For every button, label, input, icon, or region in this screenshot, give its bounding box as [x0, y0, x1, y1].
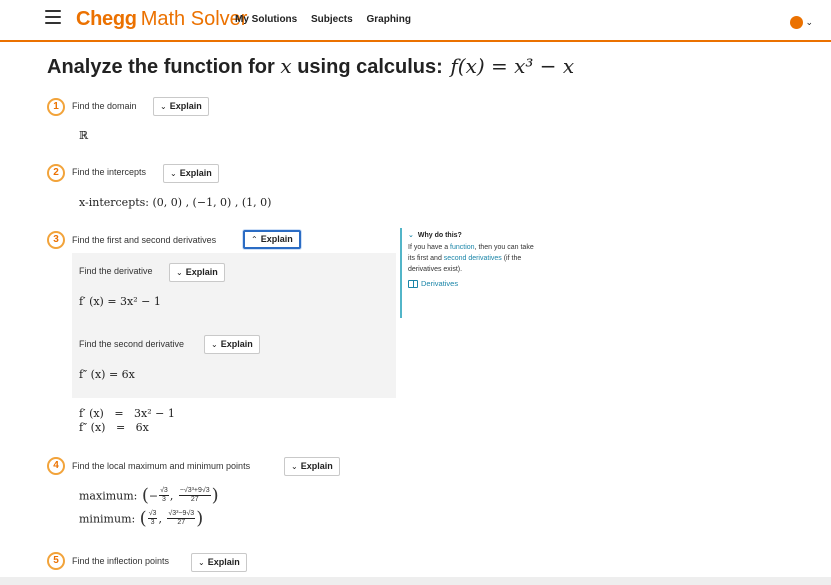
- maximum-point: maximum: (− √3 3, −√3³+9√3 27): [79, 485, 219, 506]
- explain-label: Explain: [169, 101, 202, 111]
- step-label: Find the domain: [72, 101, 137, 111]
- second-derivatives-link[interactable]: second derivatives: [444, 255, 502, 262]
- chevron-down-icon: ⌄: [176, 268, 183, 277]
- top-navigation-bar: Chegg Math Solver My Solutions Subjects G…: [0, 0, 831, 42]
- why-text: If you have a function, then you can tak…: [408, 244, 534, 273]
- hamburger-menu-icon[interactable]: [45, 10, 61, 24]
- explain-label: Explain: [300, 461, 333, 471]
- step-label: Find the inflection points: [72, 556, 170, 566]
- explain-button[interactable]: ⌄ Explain: [169, 263, 225, 282]
- substep-result: f″ (x) = 6x: [79, 368, 135, 381]
- step-number: 1: [47, 98, 65, 116]
- explain-button[interactable]: ⌄ Explain: [204, 335, 260, 354]
- explain-button-expanded[interactable]: ⌃ Explain: [243, 230, 301, 249]
- derivatives-link[interactable]: Derivatives: [408, 279, 540, 289]
- explain-button[interactable]: ⌄ Explain: [153, 97, 209, 116]
- explain-button[interactable]: ⌄ Explain: [191, 553, 247, 572]
- minimum-point: minimum: (√3 3, √3³−9√3 27): [79, 508, 204, 529]
- substep-label: Find the derivative: [79, 266, 153, 276]
- title-function: f(x) = x³ − x: [450, 54, 575, 78]
- derivative-summary-line: f′ (x) = 3x² − 1: [79, 407, 175, 420]
- account-menu[interactable]: ⌄: [790, 14, 813, 32]
- why-do-this-panel: ⌄ Why do this? If you have a function, th…: [400, 228, 540, 318]
- why-title[interactable]: ⌄ Why do this?: [408, 231, 540, 239]
- bottom-scroll-edge: [0, 577, 831, 585]
- substep-label: Find the second derivative: [79, 339, 185, 349]
- brand-chegg-text: Chegg: [76, 8, 137, 30]
- step-result: x-intercepts: (0, 0) , (−1, 0) , (1, 0): [79, 196, 272, 209]
- brand-math-solver-text: Math Solver: [140, 8, 248, 30]
- avatar: [790, 16, 804, 30]
- explain-label: Explain: [260, 234, 293, 244]
- step-number: 5: [47, 552, 65, 570]
- step-label: Find the first and second derivatives: [72, 235, 217, 245]
- chevron-down-icon: ⌄: [160, 102, 167, 111]
- derivative-summary-line: f″ (x) = 6x: [79, 421, 149, 434]
- function-link[interactable]: function: [450, 244, 475, 251]
- chevron-down-icon: ⌄: [211, 340, 218, 349]
- book-icon: [408, 280, 418, 289]
- explain-button[interactable]: ⌄ Explain: [284, 457, 340, 476]
- nav-graphing[interactable]: Graphing: [366, 14, 410, 25]
- chevron-down-icon: ⌄: [805, 17, 813, 28]
- brand-logo[interactable]: Chegg Math Solver: [76, 7, 247, 31]
- chevron-up-icon: ⌃: [251, 235, 258, 244]
- title-mid: using calculus:: [297, 56, 443, 78]
- explain-label: Explain: [220, 339, 253, 349]
- explain-button[interactable]: ⌄ Explain: [163, 164, 219, 183]
- title-variable: x: [280, 54, 292, 78]
- title-prefix: Analyze the function for: [47, 56, 275, 78]
- chevron-down-icon: ⌄: [408, 232, 414, 239]
- step-number: 2: [47, 164, 65, 182]
- step-label: Find the intercepts: [72, 167, 147, 177]
- chevron-down-icon: ⌄: [170, 169, 177, 178]
- explain-label: Explain: [185, 267, 218, 277]
- explain-label: Explain: [179, 168, 212, 178]
- step-label: Find the local maximum and minimum point…: [72, 461, 251, 471]
- chevron-down-icon: ⌄: [291, 462, 298, 471]
- nav-my-solutions[interactable]: My Solutions: [235, 14, 297, 25]
- main-nav: My Solutions Subjects Graphing: [235, 14, 422, 25]
- chevron-down-icon: ⌄: [198, 558, 205, 567]
- step-number: 4: [47, 457, 65, 475]
- maximum-label: maximum:: [79, 489, 138, 503]
- page-title: Analyze the function for x using calculu…: [47, 54, 574, 79]
- minimum-label: minimum:: [79, 512, 136, 526]
- substep-result: f′ (x) = 3x² − 1: [79, 295, 161, 308]
- step-result: ℝ: [79, 129, 89, 142]
- nav-subjects[interactable]: Subjects: [311, 14, 353, 25]
- step-number: 3: [47, 231, 65, 249]
- explain-label: Explain: [207, 557, 240, 567]
